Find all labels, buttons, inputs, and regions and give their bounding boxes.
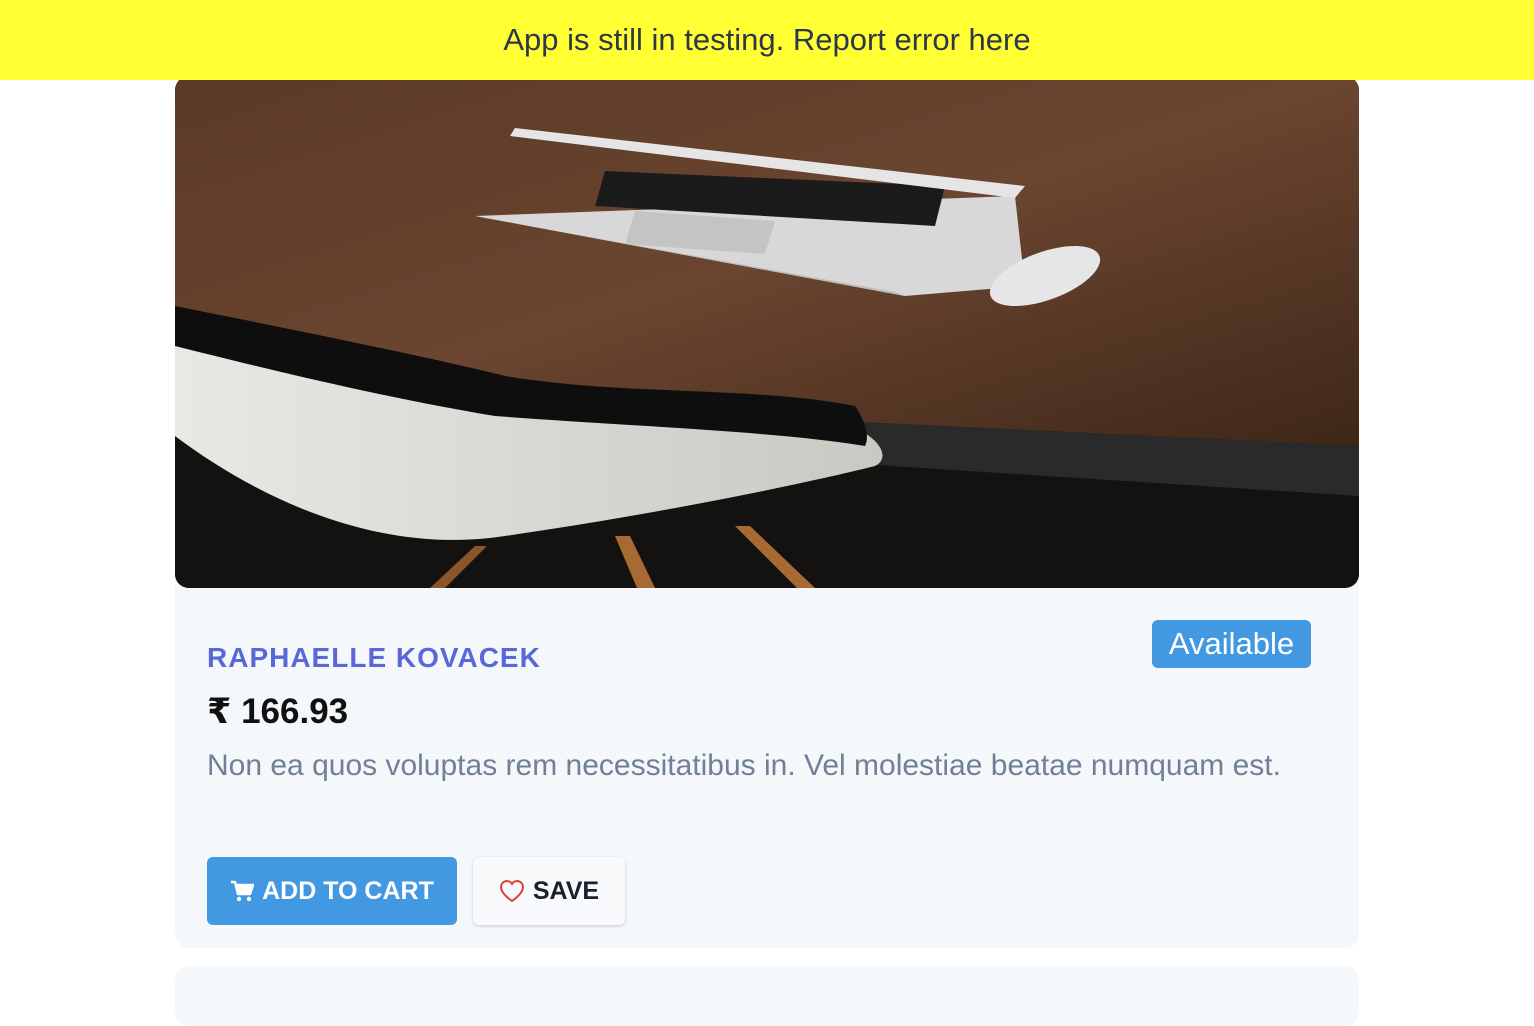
add-to-cart-button[interactable]: ADD TO CART	[207, 857, 457, 925]
heart-icon	[499, 879, 525, 903]
status-badge: Available	[1152, 620, 1311, 668]
add-to-cart-label: ADD TO CART	[262, 876, 434, 905]
shopping-cart-icon	[230, 880, 255, 902]
product-card: RAPHAELLE KOVACEK Available ₹ 166.93 Non…	[175, 76, 1359, 948]
seller-name[interactable]: RAPHAELLE KOVACEK	[207, 642, 541, 674]
save-label: SAVE	[532, 876, 600, 905]
product-card-next	[175, 966, 1359, 1026]
product-image	[175, 76, 1359, 588]
product-description: Non ea quos voluptas rem necessitatibus …	[207, 749, 1281, 782]
product-price: ₹ 166.93	[207, 692, 349, 731]
banner-text: App is still in testing. Report error he…	[503, 22, 1031, 57]
save-button[interactable]: SAVE	[473, 857, 625, 925]
testing-banner[interactable]: App is still in testing. Report error he…	[0, 0, 1534, 80]
